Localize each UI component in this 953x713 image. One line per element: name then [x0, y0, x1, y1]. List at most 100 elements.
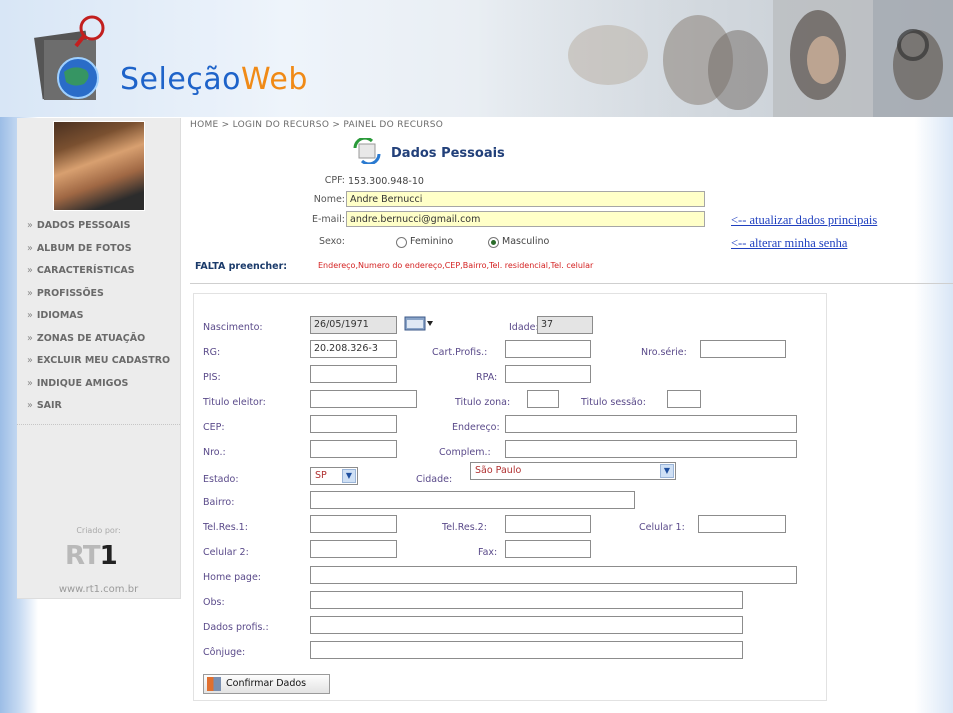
- pis-field[interactable]: [310, 365, 397, 383]
- sidebar-item-label: ZONAS DE ATUAÇÃO: [36, 332, 146, 344]
- telres1-field[interactable]: [310, 515, 397, 533]
- chevron-down-icon: ▼: [660, 464, 674, 478]
- cep-label: CEP:: [203, 422, 225, 433]
- missing-fields-list: Endereço,Numero do endereço,CEP,Bairro,T…: [318, 261, 594, 270]
- sidebar-item-idiomas[interactable]: » IDIOMAS: [17, 305, 180, 328]
- email-field[interactable]: andre.bernucci@gmail.com: [346, 211, 705, 227]
- rt1-site-link[interactable]: www.rt1.com.br: [17, 584, 180, 595]
- sexo-feminino-radio[interactable]: [396, 237, 407, 248]
- titulo-eleitor-field[interactable]: [310, 390, 417, 408]
- cidade-select[interactable]: São Paulo ▼: [470, 462, 676, 480]
- sexo-masculino-label: Masculino: [502, 236, 550, 247]
- sidebar-menu: » DADOS PESSOAIS » ALBUM DE FOTOS » CARACTE…: [17, 215, 180, 418]
- conjuge-label: Cônjuge:: [203, 647, 246, 658]
- sidebar-item-label: PROFISSÕES: [36, 287, 104, 299]
- sidebar-item-profissoes[interactable]: » PROFISSÕES: [17, 283, 180, 306]
- bairro-field[interactable]: [310, 491, 635, 509]
- rg-label: RG:: [203, 347, 221, 358]
- homepage-field[interactable]: [310, 566, 797, 584]
- breadcrumb: HOME > LOGIN DO RECURSO > PAINEL DO RECU…: [190, 120, 444, 130]
- homepage-label: Home page:: [203, 572, 262, 583]
- nro-label: Nro.:: [203, 447, 226, 458]
- logo-icon: [34, 15, 105, 100]
- rpa-field[interactable]: [505, 365, 591, 383]
- cart-profis-field[interactable]: [505, 340, 591, 358]
- header-photos: [493, 0, 953, 117]
- cpf-value: 153.300.948-10: [348, 176, 424, 187]
- sidebar-item-excluir-meu-cadastro[interactable]: » EXCLUIR MEU CADASTRO: [17, 350, 180, 373]
- rg-field[interactable]: 20.208.326-3: [310, 340, 397, 358]
- estado-label: Estado:: [203, 474, 239, 485]
- endereco-field[interactable]: [505, 415, 797, 433]
- sidebar-item-label: ALBUM DE FOTOS: [36, 242, 132, 254]
- titulo-secao-field[interactable]: [667, 390, 701, 408]
- titulo-zona-label: Titulo zona:: [455, 397, 511, 408]
- calendar-icon[interactable]: [404, 316, 434, 331]
- rt1-logo: RT1: [65, 541, 118, 571]
- arrow-icon: »: [27, 400, 33, 411]
- header-banner: SeleçãoWeb: [0, 0, 953, 117]
- complem-label: Complem.:: [439, 447, 491, 458]
- estado-select[interactable]: SP ▼: [310, 467, 358, 485]
- sidebar-item-dados-pessoais[interactable]: » DADOS PESSOAIS: [17, 215, 180, 238]
- telres2-field[interactable]: [505, 515, 591, 533]
- titulo-eleitor-label: Titulo eleitor:: [203, 397, 266, 408]
- titulo-secao-label: Titulo sessão:: [581, 397, 646, 408]
- change-password-link[interactable]: <-- alterar minha senha: [731, 236, 847, 251]
- estado-select-value: SP: [315, 470, 327, 481]
- idade-label: Idade:: [509, 322, 539, 333]
- titulo-zona-field[interactable]: [527, 390, 559, 408]
- divider: [190, 283, 953, 284]
- sidebar-item-sair[interactable]: » SAIR: [17, 395, 180, 418]
- celular1-field[interactable]: [698, 515, 786, 533]
- update-main-data-link[interactable]: <-- atualizar dados principais: [731, 213, 877, 228]
- telres1-label: Tel.Res.1:: [203, 522, 248, 533]
- endereco-label: Endereço:: [452, 422, 500, 433]
- sexo-masculino-radio[interactable]: [488, 237, 499, 248]
- confirm-data-button[interactable]: Confirmar Dados: [203, 674, 330, 694]
- celular2-field[interactable]: [310, 540, 397, 558]
- fax-label: Fax:: [478, 547, 498, 558]
- dados-profis-field[interactable]: [310, 616, 743, 634]
- chevron-down-icon: ▼: [342, 469, 356, 483]
- nascimento-field[interactable]: 26/05/1971: [310, 316, 397, 334]
- nro-field[interactable]: [310, 440, 397, 458]
- sidebar-item-label: CARACTERÍSTICAS: [36, 265, 135, 276]
- cidade-label: Cidade:: [416, 474, 453, 485]
- dados-profis-label: Dados profis.:: [203, 622, 269, 633]
- sidebar-item-album-de-fotos[interactable]: » ALBUM DE FOTOS: [17, 238, 180, 261]
- fax-field[interactable]: [505, 540, 591, 558]
- obs-label: Obs:: [203, 597, 225, 608]
- arrow-icon: »: [27, 242, 33, 254]
- sidebar-item-indique-amigos[interactable]: » INDIQUE AMIGOS: [17, 373, 180, 396]
- brand-logo-text: SeleçãoWeb: [120, 62, 308, 97]
- save-icon: [207, 677, 221, 691]
- sidebar-item-zonas-de-atuacao[interactable]: » ZONAS DE ATUAÇÃO: [17, 328, 180, 351]
- cep-field[interactable]: [310, 415, 397, 433]
- telres2-label: Tel.Res.2:: [442, 522, 487, 533]
- arrow-icon: »: [27, 220, 33, 231]
- sidebar: » DADOS PESSOAIS » ALBUM DE FOTOS » CARACTE…: [17, 118, 181, 599]
- sidebar-item-label: SAIR: [36, 400, 62, 411]
- arrow-icon: »: [27, 287, 33, 299]
- sexo-feminino-label: Feminino: [410, 236, 454, 247]
- arrow-icon: »: [27, 377, 33, 389]
- conjuge-field[interactable]: [310, 641, 743, 659]
- celular1-label: Celular 1:: [639, 522, 685, 533]
- nome-label: Nome:: [313, 194, 345, 205]
- pis-label: PIS:: [203, 372, 221, 383]
- refresh-user-icon: [353, 138, 381, 164]
- idade-field[interactable]: 37: [537, 316, 593, 334]
- nome-field[interactable]: Andre Bernucci: [346, 191, 705, 207]
- sidebar-item-caracteristicas[interactable]: » CARACTERÍSTICAS: [17, 260, 180, 283]
- nascimento-label: Nascimento:: [203, 322, 263, 333]
- cidade-select-value: São Paulo: [475, 465, 522, 476]
- obs-field[interactable]: [310, 591, 743, 609]
- complem-field[interactable]: [505, 440, 797, 458]
- bairro-label: Bairro:: [203, 497, 235, 508]
- avatar: [53, 121, 145, 211]
- nro-serie-field[interactable]: [700, 340, 786, 358]
- created-by-label: Criado por:: [76, 526, 121, 535]
- nro-serie-label: Nro.série:: [641, 347, 687, 358]
- cart-profis-label: Cart.Profis.:: [432, 347, 488, 358]
